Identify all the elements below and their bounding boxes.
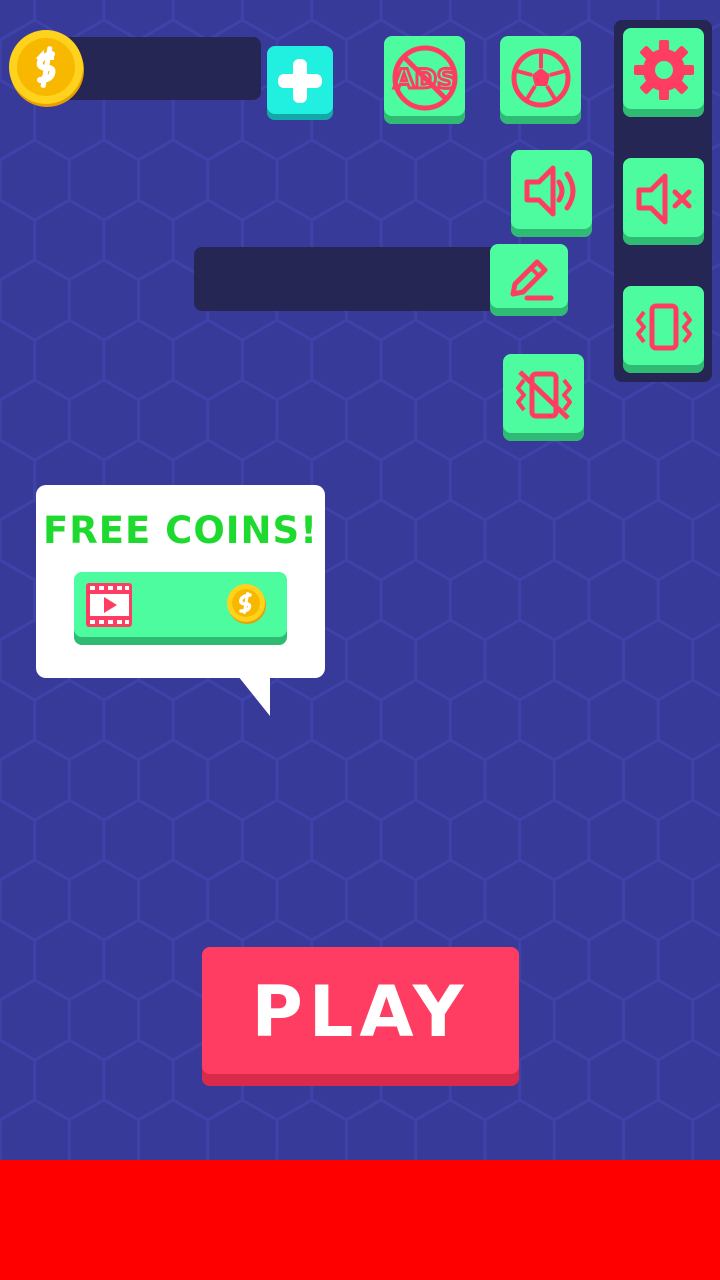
add-coins-button[interactable] <box>267 46 333 120</box>
gear-icon <box>633 40 694 100</box>
play-label: PLAY <box>251 970 470 1053</box>
coin-icon <box>227 584 266 624</box>
coin-icon <box>9 30 84 107</box>
speaker-muted-icon <box>636 173 691 225</box>
vibration-off-button[interactable] <box>503 354 584 441</box>
ad-banner[interactable] <box>0 1160 720 1280</box>
ball-shop-button[interactable] <box>500 36 581 124</box>
free-coins-bubble: FREE COINS! <box>36 485 325 678</box>
no-ads-icon: ADS <box>392 45 457 110</box>
vibrate-icon <box>635 303 692 351</box>
edit-name-button[interactable] <box>490 244 568 316</box>
speaker-on-icon <box>524 165 575 217</box>
vibrate-off-icon <box>515 370 572 420</box>
play-button[interactable]: PLAY <box>202 947 519 1086</box>
vibration-on-button[interactable] <box>623 286 704 373</box>
plus-icon <box>278 58 322 103</box>
remove-ads-button[interactable]: ADS <box>384 36 465 124</box>
soccer-ball-icon <box>511 48 570 107</box>
mute-button[interactable] <box>623 158 704 245</box>
free-coins-title: FREE COINS! <box>42 509 319 552</box>
watch-video-button[interactable] <box>74 572 287 645</box>
video-icon <box>86 583 132 627</box>
pencil-icon <box>510 259 554 300</box>
sound-on-button[interactable] <box>511 150 592 237</box>
player-name-field[interactable] <box>194 247 514 311</box>
settings-button[interactable] <box>623 28 704 117</box>
speech-bubble-tail <box>238 676 270 716</box>
